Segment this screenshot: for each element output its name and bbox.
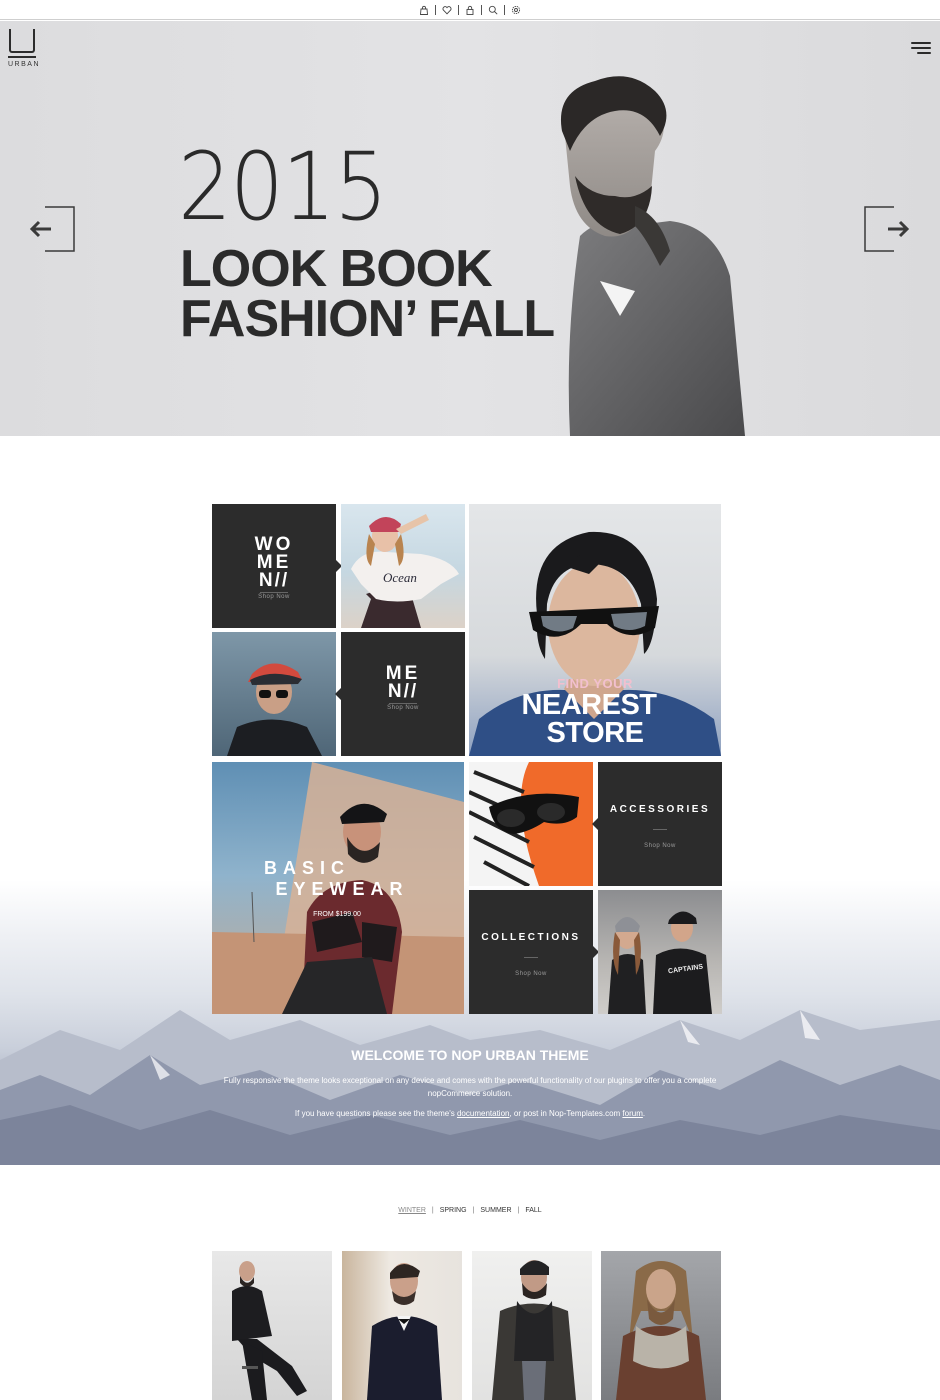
men-title-line2: N// bbox=[387, 681, 419, 702]
svg-text:Ocean: Ocean bbox=[383, 570, 417, 585]
forum-link[interactable]: forum bbox=[622, 1109, 642, 1118]
help-text-suffix: . bbox=[642, 1109, 646, 1118]
collections-category-tile[interactable]: COLLECTIONS Shop Now bbox=[469, 890, 593, 1014]
hero-slider: URBAN 2015 LOOK BOOK FASHION’ FALL bbox=[0, 21, 940, 436]
logo-underline bbox=[8, 56, 36, 58]
accessories-shop-now-link[interactable]: Shop Now bbox=[598, 843, 722, 849]
welcome-description: Fully responsive the theme looks excepti… bbox=[223, 1076, 717, 1098]
accessories-category-tile[interactable]: ACCESSORIES Shop Now bbox=[598, 762, 722, 886]
hero-model-image bbox=[560, 76, 745, 436]
divider bbox=[504, 4, 505, 15]
hero-year: 2015 bbox=[178, 133, 388, 242]
collections-shop-now-link[interactable]: Shop Now bbox=[469, 971, 593, 977]
store-title-line2: NEAREST bbox=[521, 689, 657, 721]
gear-icon[interactable] bbox=[509, 3, 523, 17]
basic-eyewear-tile[interactable]: BASIC EYEWEAR FROM $199.00 bbox=[212, 762, 464, 1014]
hero-headline-2: FASHION’ FALL bbox=[180, 290, 555, 348]
tab-fall[interactable]: FALL bbox=[519, 1207, 547, 1214]
logo-text: URBAN bbox=[8, 61, 41, 68]
tab-spring[interactable]: SPRING bbox=[434, 1207, 473, 1214]
accessories-title: ACCESSORIES bbox=[609, 804, 711, 815]
bag-icon[interactable] bbox=[417, 3, 431, 17]
next-slide-button[interactable] bbox=[864, 206, 910, 252]
tile-pointer bbox=[592, 818, 598, 830]
tile-pointer bbox=[335, 688, 341, 700]
women-category-tile[interactable]: WO ME N// Shop Now bbox=[212, 504, 336, 628]
men-photo-tile[interactable] bbox=[212, 632, 336, 756]
product-card[interactable] bbox=[342, 1251, 462, 1400]
divider bbox=[458, 4, 459, 15]
women-title-line3: N// bbox=[258, 570, 290, 591]
lock-icon[interactable] bbox=[463, 3, 477, 17]
collections-photo-tile[interactable]: CAPTAINS bbox=[598, 890, 722, 1014]
arrow-right-icon bbox=[864, 206, 910, 252]
collections-title: COLLECTIONS bbox=[481, 932, 581, 943]
help-text-middle: , or post in Nop-Templates.com bbox=[509, 1109, 623, 1118]
top-utility-bar bbox=[0, 0, 940, 20]
accessories-photo-tile[interactable] bbox=[469, 762, 593, 886]
women-shop-now-link[interactable]: Shop Now bbox=[212, 594, 336, 600]
store-title-line3: STORE bbox=[546, 717, 644, 749]
product-card[interactable] bbox=[601, 1251, 721, 1400]
product-card[interactable] bbox=[212, 1251, 332, 1400]
menu-icon[interactable] bbox=[911, 42, 931, 56]
logo-mark bbox=[9, 29, 35, 53]
search-icon[interactable] bbox=[486, 3, 500, 17]
divider bbox=[481, 4, 482, 15]
product-card[interactable] bbox=[472, 1251, 592, 1400]
season-tabs: WINTER | SPRING | SUMMER | FALL bbox=[0, 1207, 940, 1214]
previous-slide-button[interactable] bbox=[29, 206, 75, 252]
heart-icon[interactable] bbox=[440, 3, 454, 17]
welcome-title: WELCOME TO NOP URBAN THEME bbox=[351, 1047, 589, 1063]
arrow-left-icon bbox=[29, 206, 75, 252]
logo[interactable]: URBAN bbox=[8, 29, 41, 73]
men-shop-now-link[interactable]: Shop Now bbox=[341, 705, 465, 711]
eyewear-title-line2: EYEWEAR bbox=[275, 879, 409, 899]
welcome-help-text: If you have questions please see the the… bbox=[200, 1109, 740, 1118]
tab-summer[interactable]: SUMMER bbox=[474, 1207, 517, 1214]
find-store-tile[interactable]: FIND YOUR NEAREST STORE bbox=[469, 504, 721, 756]
men-category-tile[interactable]: ME N// Shop Now bbox=[341, 632, 465, 756]
women-photo-tile[interactable]: Ocean bbox=[341, 504, 465, 628]
documentation-link[interactable]: documentation bbox=[457, 1109, 509, 1118]
tab-winter[interactable]: WINTER bbox=[392, 1207, 432, 1214]
hero-headline-1: LOOK BOOK bbox=[180, 240, 493, 298]
divider bbox=[435, 4, 436, 15]
eyewear-title-line1: BASIC bbox=[263, 858, 350, 878]
eyewear-price: FROM $199.00 bbox=[313, 911, 361, 918]
help-text-prefix: If you have questions please see the the… bbox=[294, 1109, 457, 1118]
